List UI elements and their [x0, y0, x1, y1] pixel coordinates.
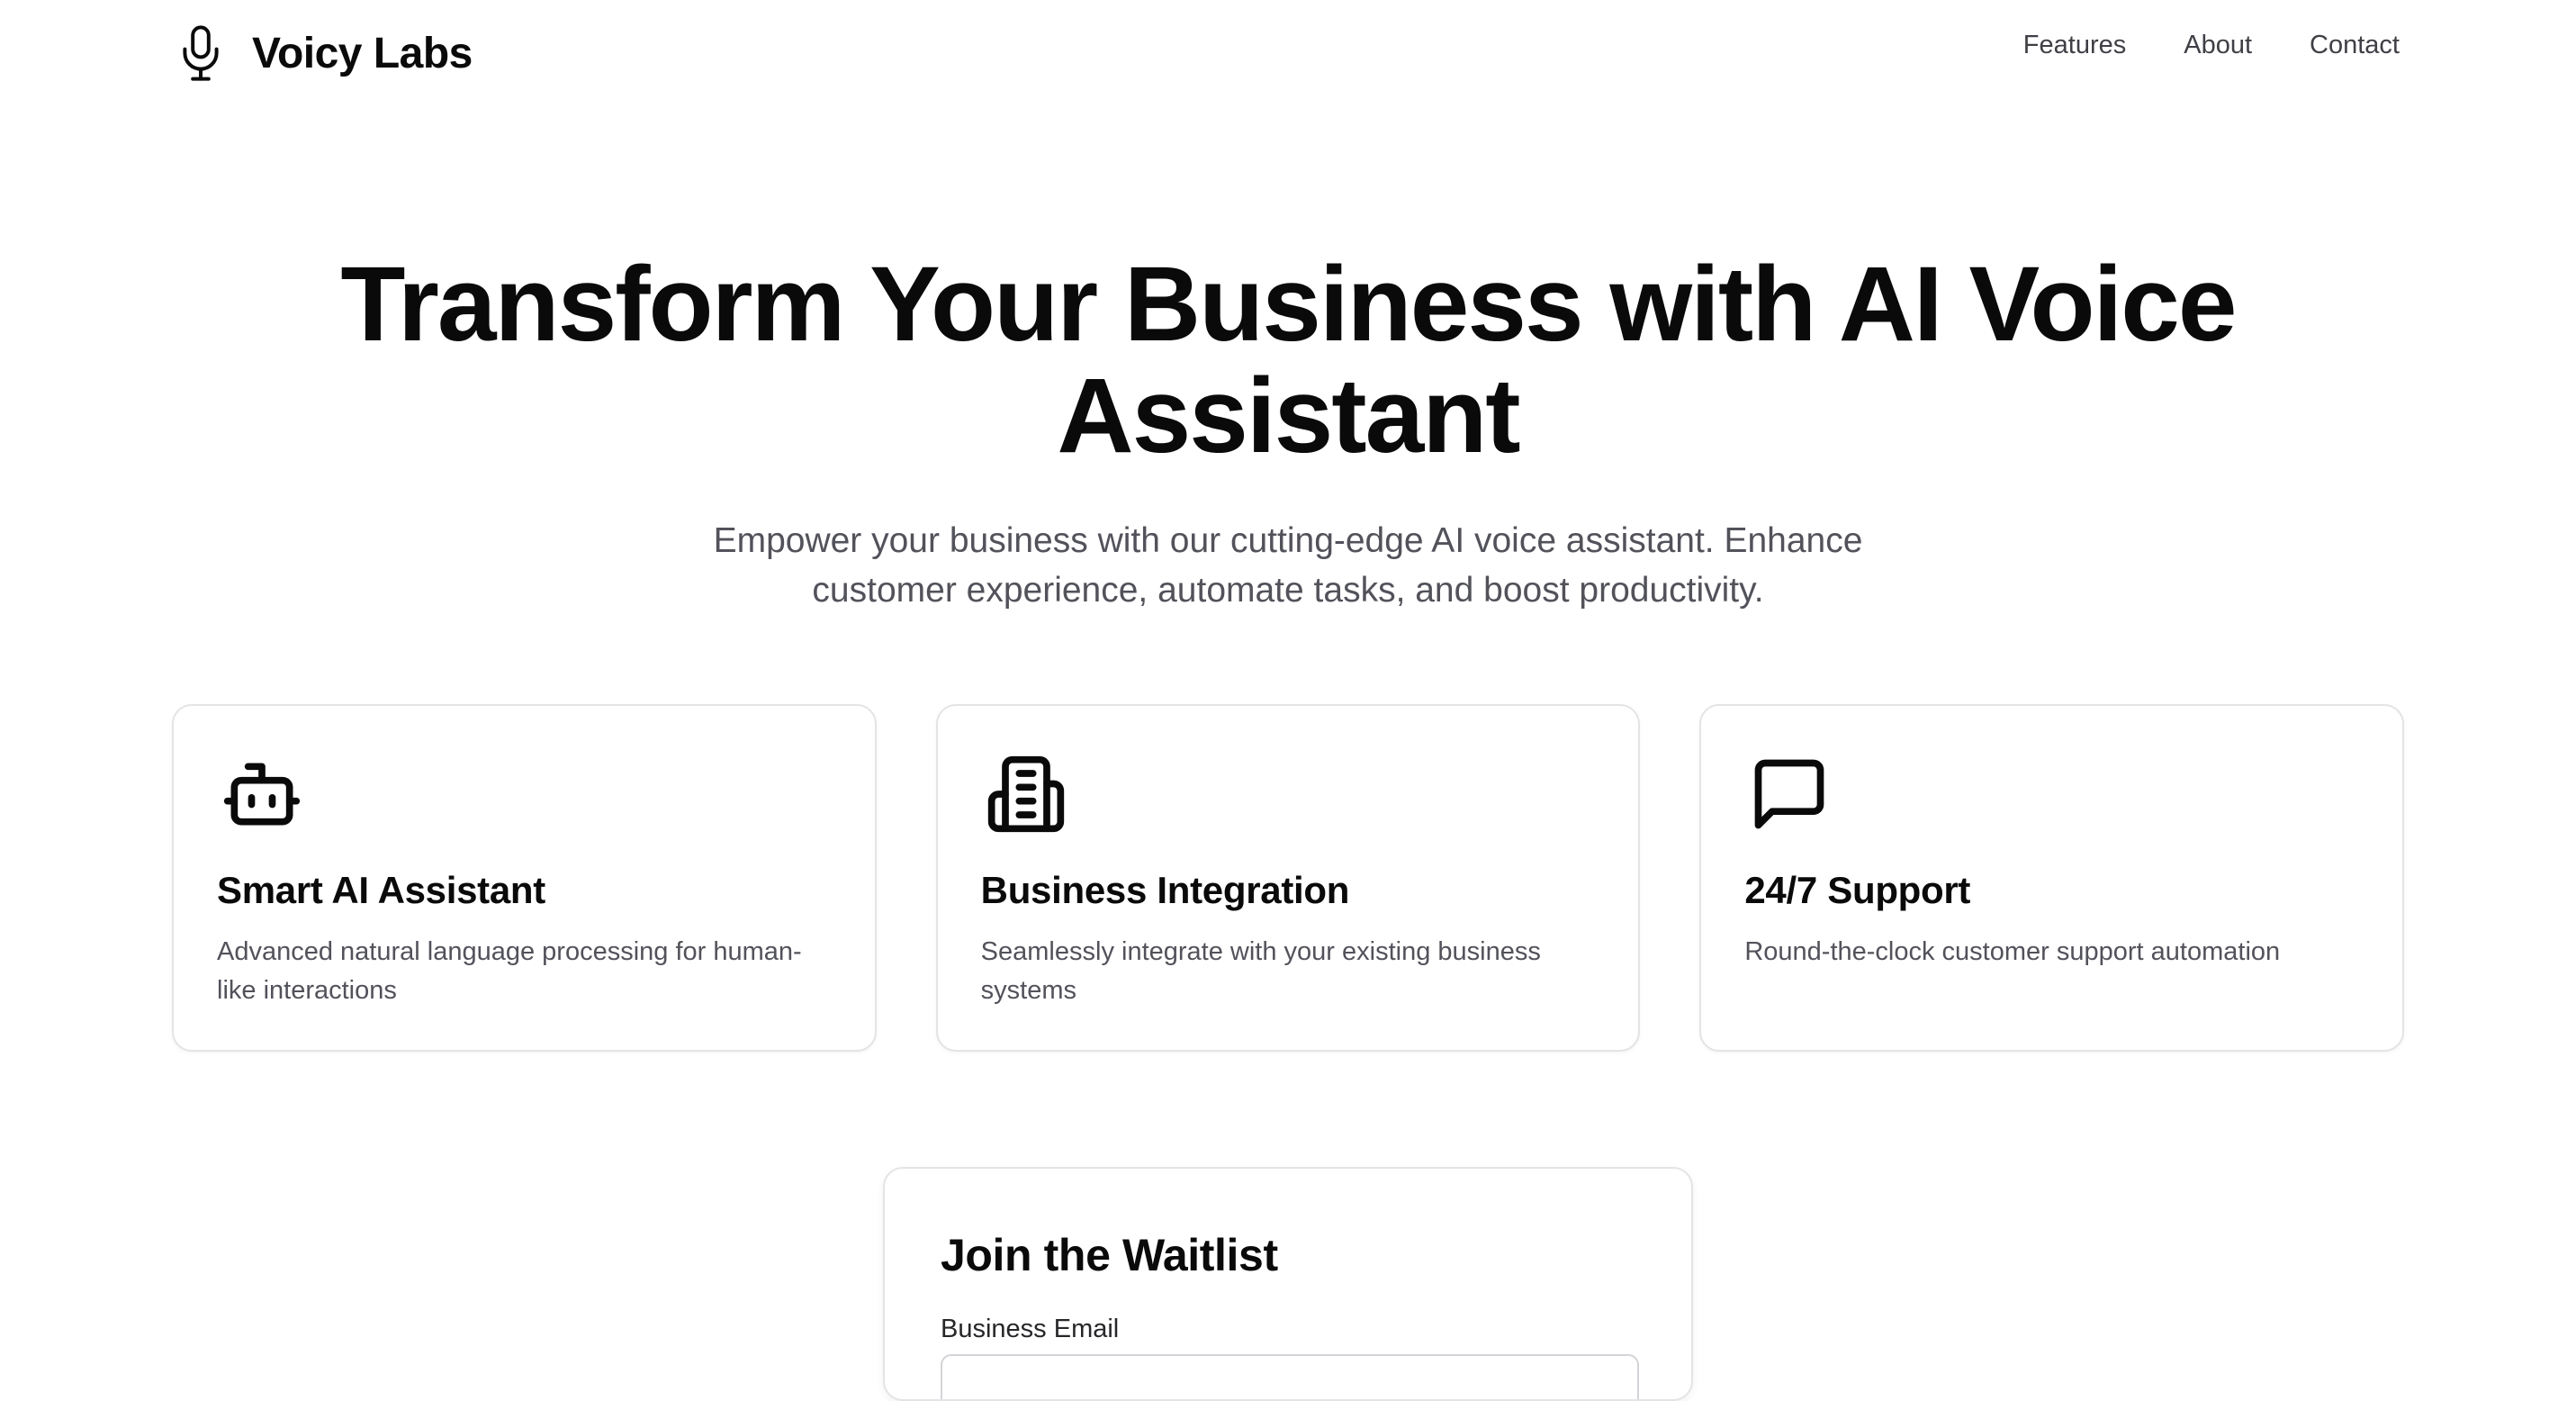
feature-title: Business Integration — [980, 869, 1350, 911]
robot-icon — [223, 763, 301, 826]
main-nav: Features About Contact — [2023, 31, 2400, 60]
hero-subtitle-line-1: Empower your business with our cutting-e… — [713, 521, 1863, 560]
brand[interactable]: Voicy Labs — [176, 23, 473, 83]
message-square-icon — [1755, 759, 1824, 829]
hero-subtitle-line-2: customer experience, automate tasks, and… — [812, 571, 1764, 610]
feature-description: Advanced natural language processing for… — [217, 933, 832, 1010]
email-field-label: Business Email — [941, 1315, 1120, 1343]
building-icon — [987, 755, 1064, 833]
feature-title: Smart AI Assistant — [217, 869, 545, 911]
waitlist-title: Join the Waitlist — [941, 1230, 1278, 1280]
feature-description-line-1: Advanced natural language processing for… — [217, 937, 802, 966]
hero-subtitle: Empower your business with our cutting-e… — [0, 516, 2576, 615]
feature-title: 24/7 Support — [1744, 869, 1971, 911]
hero-title-line-1: Transform Your Business with AI Voice — [340, 245, 2237, 364]
nav-link-features[interactable]: Features — [2023, 31, 2126, 60]
feature-card-support: 24/7 Support Round-the-clock customer su… — [1699, 704, 2405, 1052]
features-section: Smart AI Assistant Advanced natural lang… — [172, 704, 2405, 1052]
email-field[interactable] — [941, 1354, 1639, 1399]
feature-description-line-2: systems — [980, 976, 1077, 1005]
nav-link-about[interactable]: About — [2184, 31, 2252, 60]
feature-card-business-integration: Business Integration Seamlessly integrat… — [935, 704, 1641, 1052]
feature-description: Round-the-clock customer support automat… — [1744, 933, 2359, 972]
brand-name: Voicy Labs — [252, 29, 473, 77]
site-header: Voicy Labs Features About Contact — [0, 0, 2576, 106]
hero-title-line-2: Assistant — [1057, 357, 1520, 475]
feature-card-smart-ai: Smart AI Assistant Advanced natural lang… — [172, 704, 877, 1052]
feature-description: Seamlessly integrate with your existing … — [981, 933, 1596, 1010]
microphone-icon — [183, 25, 219, 81]
feature-description-line-1: Round-the-clock customer support automat… — [1744, 937, 2281, 966]
feature-description-line-1: Seamlessly integrate with your existing … — [980, 937, 1541, 966]
waitlist-card: Join the Waitlist Business Email — [883, 1167, 1693, 1401]
feature-description-line-2: like interactions — [217, 976, 397, 1005]
nav-link-contact[interactable]: Contact — [2310, 31, 2400, 60]
hero-title: Transform Your Business with AI Voice As… — [0, 249, 2576, 472]
